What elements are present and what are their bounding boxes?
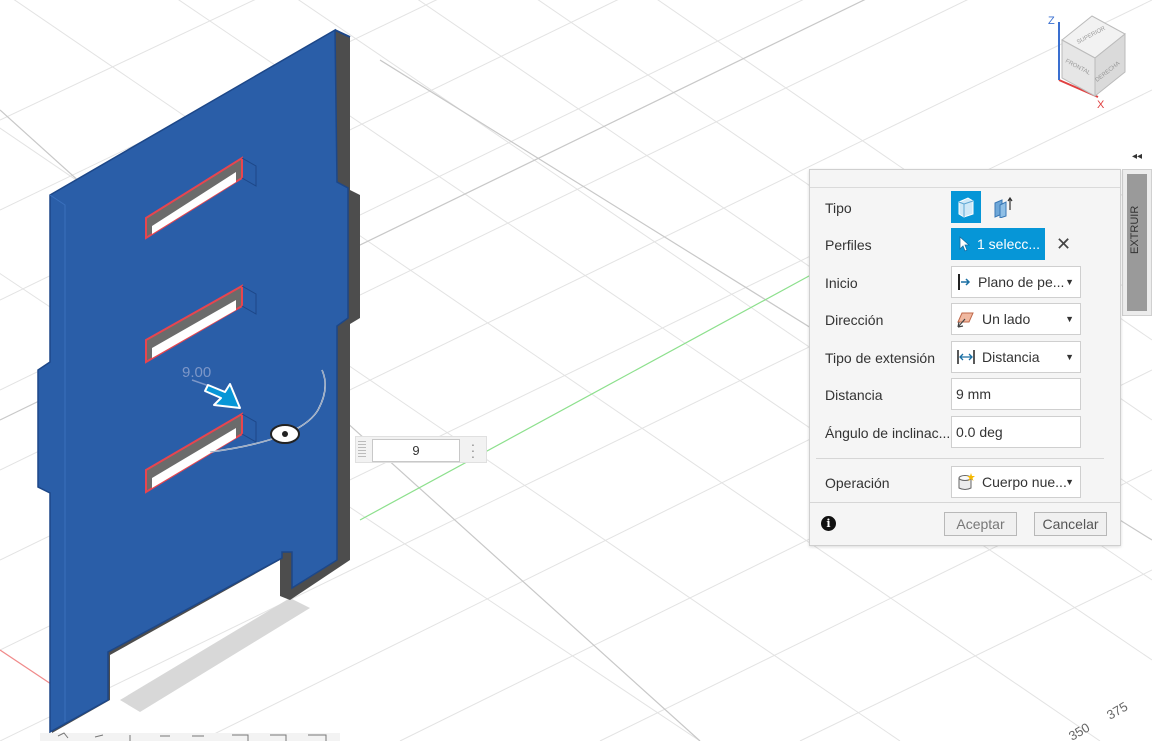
distance-input[interactable]: 9 mm	[951, 378, 1081, 410]
chevron-down-icon: ▼	[1065, 352, 1074, 362]
grid-label-350: 350	[1066, 720, 1092, 741]
y-axis-line	[359, 269, 821, 521]
side-tab-label: EXTRUIR	[1129, 205, 1141, 254]
cancel-button[interactable]: Cancelar	[1034, 512, 1107, 536]
viewcube-axis-x: X	[1097, 99, 1105, 111]
panel-divider	[816, 458, 1104, 459]
profile-plane-icon	[958, 274, 971, 290]
info-icon[interactable]: i	[821, 516, 836, 531]
extrude-thin-icon	[994, 196, 1013, 218]
row-distancia: Distancia 9 mm	[810, 378, 1120, 412]
chevron-down-icon: ▼	[1065, 314, 1074, 324]
row-tipo-extension: Tipo de extensión Distancia ▼	[810, 341, 1120, 375]
start-value: Plano de pe...	[978, 274, 1064, 290]
inline-distance-input[interactable]	[372, 439, 460, 462]
label-angulo: Ángulo de inclinac...	[825, 425, 950, 441]
viewcube-axis-z: Z	[1048, 15, 1055, 27]
label-operacion: Operación	[825, 475, 890, 491]
label-perfiles: Perfiles	[825, 237, 872, 253]
chevron-down-icon: ▼	[1065, 477, 1074, 487]
extrude-panel: Tipo Perfiles 1 selecc... ✕ Inicio Plano…	[809, 169, 1121, 546]
start-dropdown[interactable]: Plano de pe... ▼	[951, 266, 1081, 298]
row-angulo: Ángulo de inclinac... 0.0 deg	[810, 416, 1120, 450]
label-distancia: Distancia	[825, 387, 883, 403]
profiles-count: 1 selecc...	[977, 236, 1041, 252]
extent-type-value: Distancia	[982, 349, 1040, 365]
extrude-side-tab[interactable]: EXTRUIR	[1122, 169, 1152, 316]
dimension-label: 9.00	[182, 364, 211, 381]
label-tipo-extension: Tipo de extensión	[825, 350, 935, 366]
panel-header[interactable]	[810, 170, 1120, 188]
row-tipo: Tipo	[810, 191, 1120, 225]
bottom-toolbar[interactable]	[40, 732, 340, 741]
more-options-icon[interactable]: · · ·	[470, 437, 476, 463]
label-tipo: Tipo	[825, 200, 852, 216]
extrude-solid-icon	[958, 197, 974, 218]
row-inicio: Inicio Plano de pe... ▼	[810, 266, 1120, 300]
cursor-arrow-icon	[959, 236, 971, 252]
direction-dropdown[interactable]: Un lado ▼	[951, 303, 1081, 335]
operation-value: Cuerpo nue...	[982, 474, 1067, 490]
row-perfiles: Perfiles 1 selecc... ✕	[810, 228, 1120, 262]
type-solid-button[interactable]	[951, 191, 981, 223]
row-operacion: Operación Cuerpo nue... ▼	[810, 466, 1120, 500]
type-thin-button[interactable]	[988, 191, 1018, 223]
grid-label-375: 375	[1104, 699, 1130, 723]
new-body-icon	[958, 473, 975, 490]
taper-angle-input[interactable]: 0.0 deg	[951, 416, 1081, 448]
label-inicio: Inicio	[825, 275, 858, 291]
one-side-icon	[957, 312, 974, 328]
label-direccion: Dirección	[825, 312, 884, 328]
distance-manipulator-icon[interactable]	[270, 424, 300, 444]
direction-value: Un lado	[982, 311, 1031, 327]
inline-distance-box: ···	[355, 436, 487, 463]
distance-icon	[957, 350, 975, 364]
extent-type-dropdown[interactable]: Distancia ▼	[951, 341, 1081, 373]
row-direccion: Dirección Un lado ▼	[810, 303, 1120, 337]
chevron-down-icon: ▼	[1065, 277, 1074, 287]
profiles-select-button[interactable]: 1 selecc...	[951, 228, 1045, 260]
ok-button[interactable]: Aceptar	[944, 512, 1017, 536]
clear-selection-icon[interactable]: ✕	[1056, 234, 1071, 255]
operation-dropdown[interactable]: Cuerpo nue... ▼	[951, 466, 1081, 498]
drag-grip-icon[interactable]	[358, 441, 366, 458]
viewcube[interactable]: Z X SUPERIOR FRONTAL DERECHA	[1048, 15, 1126, 111]
collapse-panel-icon[interactable]: ◂◂	[1122, 151, 1152, 169]
panel-footer: i Aceptar Cancelar	[810, 502, 1120, 545]
